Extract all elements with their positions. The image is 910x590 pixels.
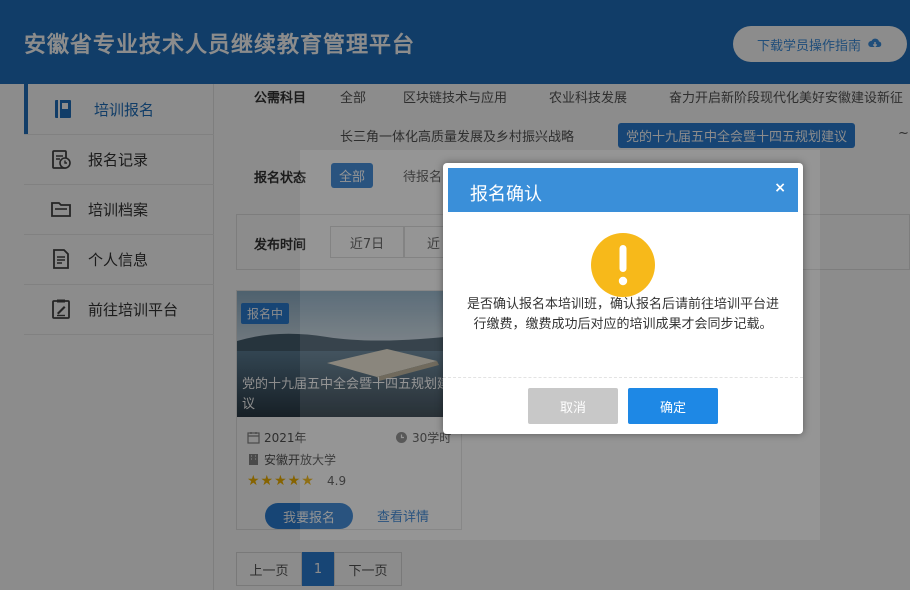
confirm-button[interactable]: 确定 <box>628 388 718 424</box>
warning-exclamation-icon <box>591 233 655 297</box>
dialog-divider <box>443 377 803 378</box>
signup-confirm-dialog: 报名确认 × 是否确认报名本培训班，确认报名后请前往培训平台进行缴费，缴费成功后… <box>443 163 803 434</box>
dialog-message: 是否确认报名本培训班，确认报名后请前往培训平台进行缴费，缴费成功后对应的培训成果… <box>466 297 779 332</box>
dialog-header: 报名确认 × <box>448 168 798 212</box>
cancel-button[interactable]: 取消 <box>528 388 618 424</box>
dialog-title: 报名确认 <box>470 184 542 205</box>
close-icon[interactable]: × <box>774 180 786 196</box>
